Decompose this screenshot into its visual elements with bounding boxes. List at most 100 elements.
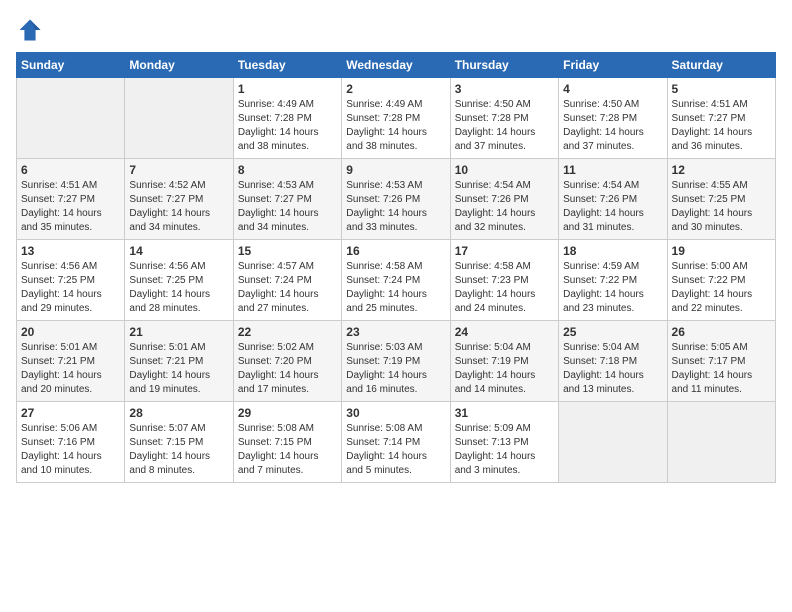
- calendar-cell: 10Sunrise: 4:54 AM Sunset: 7:26 PM Dayli…: [450, 159, 558, 240]
- calendar-cell: 4 Sunrise: 4:50 AM Sunset: 7:28 PM Daylig…: [559, 78, 667, 159]
- calendar-cell: 31 Sunrise: 5:09 AM Sunset: 7:13 PM Dayli…: [450, 402, 558, 483]
- day-info: Sunrise: 5:09 AM Sunset: 7:13 PM Dayligh…: [455, 422, 554, 478]
- day-info: Sunrise: 4:49 AM Sunset: 7:28 PM Dayligh…: [238, 98, 337, 154]
- calendar-header-row: SundayMondayTuesdayWednesdayThursdayFrid…: [17, 53, 776, 78]
- header-friday: Friday: [559, 53, 667, 78]
- calendar-cell: 27 Sunrise: 5:06 AM Sunset: 7:16 PM Dayli…: [17, 402, 125, 483]
- day-number: 1: [238, 82, 337, 96]
- header-thursday: Thursday: [450, 53, 558, 78]
- day-info: Sunrise: 5:06 AM Sunset: 7:16 PM Dayligh…: [21, 422, 120, 478]
- day-info: Sunrise: 5:08 AM Sunset: 7:15 PM Dayligh…: [238, 422, 337, 478]
- calendar-week-5: 27 Sunrise: 5:06 AM Sunset: 7:16 PM Dayli…: [17, 402, 776, 483]
- logo-icon: [16, 16, 44, 44]
- calendar-week-4: 20 Sunrise: 5:01 AM Sunset: 7:21 PM Dayli…: [17, 321, 776, 402]
- header-tuesday: Tuesday: [233, 53, 341, 78]
- calendar-cell: 2 Sunrise: 4:49 AM Sunset: 7:28 PM Daylig…: [342, 78, 450, 159]
- calendar-week-1: 1 Sunrise: 4:49 AM Sunset: 7:28 PM Daylig…: [17, 78, 776, 159]
- day-number: 25: [563, 325, 662, 339]
- page-header: [16, 16, 776, 44]
- day-info: Sunrise: 5:04 AM Sunset: 7:18 PM Dayligh…: [563, 341, 662, 397]
- day-number: 2: [346, 82, 445, 96]
- calendar-cell: [667, 402, 775, 483]
- day-number: 30: [346, 406, 445, 420]
- day-info: Sunrise: 4:55 AM Sunset: 7:25 PM Dayligh…: [672, 179, 771, 235]
- day-info: Sunrise: 5:02 AM Sunset: 7:20 PM Dayligh…: [238, 341, 337, 397]
- day-info: Sunrise: 4:56 AM Sunset: 7:25 PM Dayligh…: [129, 260, 228, 316]
- header-saturday: Saturday: [667, 53, 775, 78]
- day-number: 13: [21, 244, 120, 258]
- calendar-cell: 14 Sunrise: 4:56 AM Sunset: 7:25 PM Dayli…: [125, 240, 233, 321]
- calendar-cell: 13 Sunrise: 4:56 AM Sunset: 7:25 PM Dayli…: [17, 240, 125, 321]
- day-info: Sunrise: 4:53 AM Sunset: 7:27 PM Dayligh…: [238, 179, 337, 235]
- logo: [16, 16, 48, 44]
- day-info: Sunrise: 4:58 AM Sunset: 7:23 PM Dayligh…: [455, 260, 554, 316]
- day-info: Sunrise: 5:01 AM Sunset: 7:21 PM Dayligh…: [21, 341, 120, 397]
- day-info: Sunrise: 5:04 AM Sunset: 7:19 PM Dayligh…: [455, 341, 554, 397]
- day-number: 4: [563, 82, 662, 96]
- day-info: Sunrise: 4:57 AM Sunset: 7:24 PM Dayligh…: [238, 260, 337, 316]
- day-info: Sunrise: 4:51 AM Sunset: 7:27 PM Dayligh…: [672, 98, 771, 154]
- day-number: 26: [672, 325, 771, 339]
- day-info: Sunrise: 4:54 AM Sunset: 7:26 PM Dayligh…: [563, 179, 662, 235]
- calendar-cell: 12Sunrise: 4:55 AM Sunset: 7:25 PM Dayli…: [667, 159, 775, 240]
- header-monday: Monday: [125, 53, 233, 78]
- day-info: Sunrise: 4:52 AM Sunset: 7:27 PM Dayligh…: [129, 179, 228, 235]
- calendar-cell: 30 Sunrise: 5:08 AM Sunset: 7:14 PM Dayli…: [342, 402, 450, 483]
- calendar-cell: 26 Sunrise: 5:05 AM Sunset: 7:17 PM Dayli…: [667, 321, 775, 402]
- day-info: Sunrise: 4:51 AM Sunset: 7:27 PM Dayligh…: [21, 179, 120, 235]
- calendar-cell: 21Sunrise: 5:01 AM Sunset: 7:21 PM Dayli…: [125, 321, 233, 402]
- calendar-cell: 23 Sunrise: 5:03 AM Sunset: 7:19 PM Dayli…: [342, 321, 450, 402]
- calendar-cell: 22 Sunrise: 5:02 AM Sunset: 7:20 PM Dayli…: [233, 321, 341, 402]
- calendar-cell: 20 Sunrise: 5:01 AM Sunset: 7:21 PM Dayli…: [17, 321, 125, 402]
- header-wednesday: Wednesday: [342, 53, 450, 78]
- calendar-cell: 6 Sunrise: 4:51 AM Sunset: 7:27 PM Daylig…: [17, 159, 125, 240]
- day-info: Sunrise: 4:59 AM Sunset: 7:22 PM Dayligh…: [563, 260, 662, 316]
- calendar-cell: [559, 402, 667, 483]
- calendar-cell: 7 Sunrise: 4:52 AM Sunset: 7:27 PM Daylig…: [125, 159, 233, 240]
- day-number: 20: [21, 325, 120, 339]
- day-number: 11: [563, 163, 662, 177]
- day-number: 22: [238, 325, 337, 339]
- calendar-cell: 11 Sunrise: 4:54 AM Sunset: 7:26 PM Dayli…: [559, 159, 667, 240]
- day-info: Sunrise: 5:00 AM Sunset: 7:22 PM Dayligh…: [672, 260, 771, 316]
- day-number: 16: [346, 244, 445, 258]
- day-number: 28: [129, 406, 228, 420]
- calendar-cell: 25 Sunrise: 5:04 AM Sunset: 7:18 PM Dayli…: [559, 321, 667, 402]
- day-number: 24: [455, 325, 554, 339]
- day-info: Sunrise: 5:07 AM Sunset: 7:15 PM Dayligh…: [129, 422, 228, 478]
- day-number: 18: [563, 244, 662, 258]
- day-info: Sunrise: 5:03 AM Sunset: 7:19 PM Dayligh…: [346, 341, 445, 397]
- day-number: 7: [129, 163, 228, 177]
- day-number: 19: [672, 244, 771, 258]
- day-number: 9: [346, 163, 445, 177]
- day-number: 15: [238, 244, 337, 258]
- day-number: 6: [21, 163, 120, 177]
- calendar-cell: 9 Sunrise: 4:53 AM Sunset: 7:26 PM Daylig…: [342, 159, 450, 240]
- day-number: 31: [455, 406, 554, 420]
- day-number: 14: [129, 244, 228, 258]
- calendar-cell: 3 Sunrise: 4:50 AM Sunset: 7:28 PM Daylig…: [450, 78, 558, 159]
- day-info: Sunrise: 4:49 AM Sunset: 7:28 PM Dayligh…: [346, 98, 445, 154]
- day-number: 5: [672, 82, 771, 96]
- day-info: Sunrise: 5:08 AM Sunset: 7:14 PM Dayligh…: [346, 422, 445, 478]
- day-number: 8: [238, 163, 337, 177]
- calendar-cell: [17, 78, 125, 159]
- day-info: Sunrise: 4:56 AM Sunset: 7:25 PM Dayligh…: [21, 260, 120, 316]
- day-info: Sunrise: 5:01 AM Sunset: 7:21 PM Dayligh…: [129, 341, 228, 397]
- day-info: Sunrise: 4:53 AM Sunset: 7:26 PM Dayligh…: [346, 179, 445, 235]
- day-number: 23: [346, 325, 445, 339]
- day-info: Sunrise: 4:50 AM Sunset: 7:28 PM Dayligh…: [563, 98, 662, 154]
- day-number: 29: [238, 406, 337, 420]
- calendar-cell: 1 Sunrise: 4:49 AM Sunset: 7:28 PM Daylig…: [233, 78, 341, 159]
- day-info: Sunrise: 4:50 AM Sunset: 7:28 PM Dayligh…: [455, 98, 554, 154]
- calendar-cell: 19 Sunrise: 5:00 AM Sunset: 7:22 PM Dayli…: [667, 240, 775, 321]
- calendar-cell: 5 Sunrise: 4:51 AM Sunset: 7:27 PM Daylig…: [667, 78, 775, 159]
- day-number: 3: [455, 82, 554, 96]
- day-number: 27: [21, 406, 120, 420]
- calendar-cell: 15 Sunrise: 4:57 AM Sunset: 7:24 PM Dayli…: [233, 240, 341, 321]
- day-number: 17: [455, 244, 554, 258]
- header-sunday: Sunday: [17, 53, 125, 78]
- day-info: Sunrise: 4:54 AM Sunset: 7:26 PM Dayligh…: [455, 179, 554, 235]
- calendar-cell: [125, 78, 233, 159]
- day-info: Sunrise: 5:05 AM Sunset: 7:17 PM Dayligh…: [672, 341, 771, 397]
